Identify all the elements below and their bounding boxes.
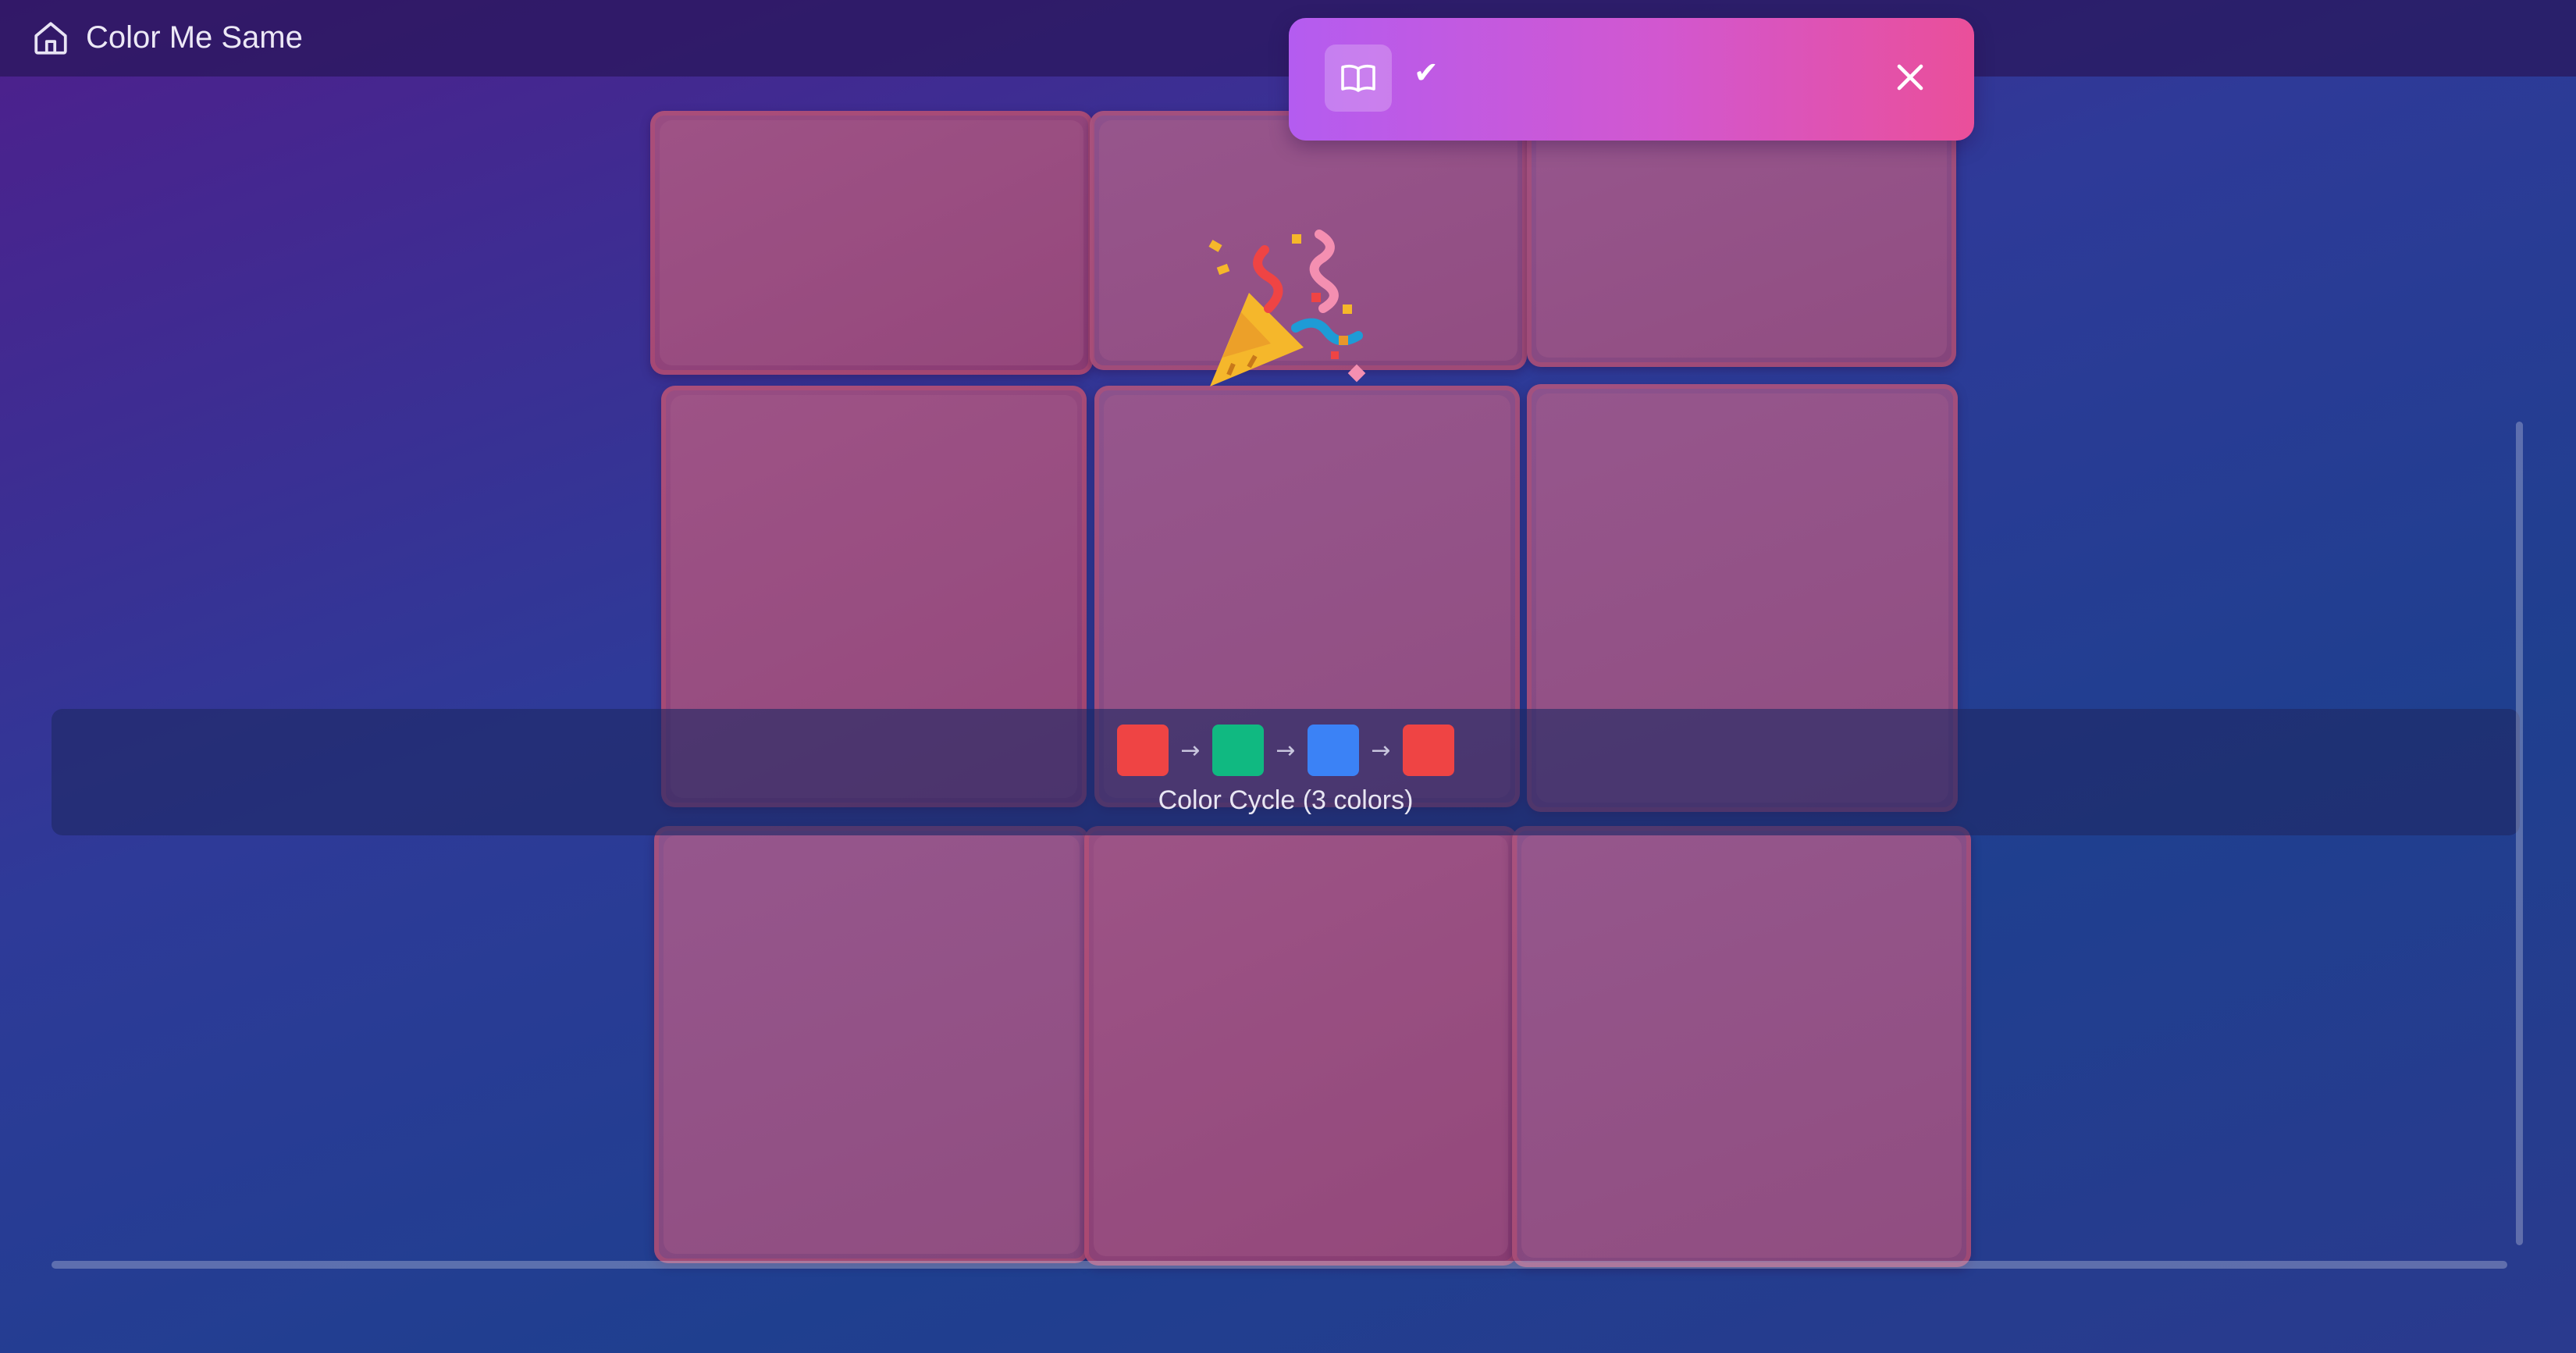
close-icon[interactable] [1888, 55, 1932, 99]
color-swatch-red [1403, 725, 1454, 776]
board-tile[interactable] [1527, 111, 1956, 367]
color-cycle-swatches: → → → [52, 725, 2520, 776]
party-popper-icon [1208, 230, 1366, 386]
color-swatch-blue [1308, 725, 1359, 776]
horizontal-scrollbar[interactable] [52, 1261, 2507, 1269]
color-swatch-green [1212, 725, 1264, 776]
arrow-right-icon: → [1276, 736, 1296, 764]
home-icon[interactable] [31, 19, 70, 58]
color-swatch-red [1117, 725, 1169, 776]
board-tile[interactable] [1512, 826, 1971, 1267]
arrow-right-icon: → [1180, 736, 1201, 764]
vertical-scrollbar[interactable] [2516, 422, 2523, 1245]
app-title: Color Me Same [86, 20, 303, 55]
notification-toast: ✔ [1289, 18, 1974, 141]
color-cycle-legend: → → → Color Cycle (3 colors) [52, 709, 2520, 835]
check-icon: ✔ [1414, 55, 1439, 90]
board-tile[interactable] [650, 111, 1093, 375]
book-open-icon[interactable] [1325, 45, 1392, 112]
app-header: Color Me Same [0, 0, 2576, 77]
board-tile[interactable] [1084, 826, 1517, 1266]
board-tile[interactable] [654, 826, 1089, 1263]
color-cycle-caption: Color Cycle (3 colors) [1158, 785, 1414, 815]
arrow-right-icon: → [1371, 736, 1391, 764]
